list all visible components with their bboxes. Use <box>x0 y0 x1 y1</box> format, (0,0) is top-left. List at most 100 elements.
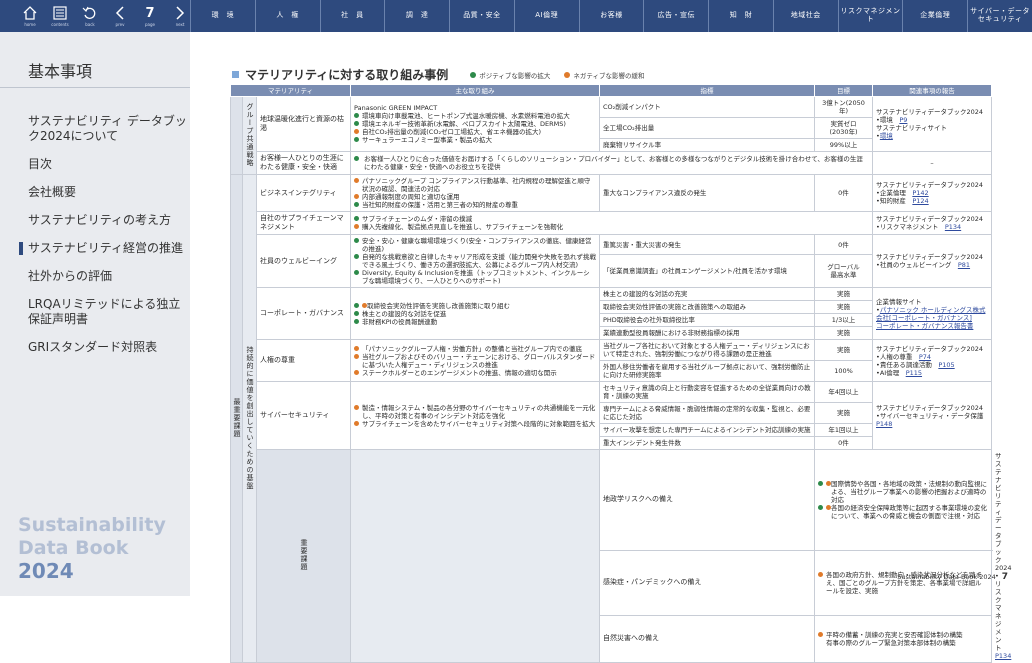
indicator-cell: 重大なコンプライアンス違反の発生 <box>599 174 815 212</box>
group-strategy-label: グループ共通戦略 <box>242 96 257 175</box>
report-link[interactable]: P115 <box>906 369 922 377</box>
indicator-cell: 全工場CO₂排出量 <box>599 117 815 139</box>
divider <box>0 87 190 88</box>
green-dot-icon <box>354 202 359 207</box>
report-link[interactable]: P81 <box>958 261 970 269</box>
green-dot-icon <box>354 156 359 161</box>
category-tabs: 環 境人 権社 員調 達品質・安全 AI倫理 お客様 広告・宣伝知 財地域社会 リスクマ… <box>190 0 1032 32</box>
materiality-cell: 社員のウェルビーイング <box>256 234 351 288</box>
sidebar-item[interactable]: 社外からの評価 <box>28 269 188 284</box>
group-top-priority <box>230 96 243 175</box>
report-link[interactable]: P105 <box>938 361 954 369</box>
action-item: ステークホルダーとのエンゲージメントの推進、情報の適切な開示 <box>354 369 596 377</box>
back-icon <box>82 6 96 19</box>
target-cell: 0件 <box>814 436 873 450</box>
action-item: サーキュラーエコノミー型事業・製品の拡大 <box>354 136 596 144</box>
green-dot-icon <box>354 216 359 221</box>
contents-button[interactable]: contents <box>50 5 70 27</box>
materiality-cell: 地球温暖化進行と資源の枯渇 <box>256 96 351 152</box>
orange-dot-icon <box>818 631 823 637</box>
sidebar-item[interactable]: GRIスタンダード対照表 <box>28 340 188 355</box>
indicator-cell: CO₂削減インパクト <box>599 96 815 118</box>
indicator-cell: 株主との建設的な対話の充実 <box>599 287 815 301</box>
sidebar-item[interactable]: サステナビリティ データブック2024について <box>28 114 188 144</box>
target-cell: 100% <box>814 360 873 382</box>
sidebar-item[interactable]: LRQAリミテッドによる独立保証声明書 <box>28 297 188 327</box>
category-tab[interactable]: 社 員 <box>319 0 385 32</box>
sidebar-item[interactable]: サステナビリティの考え方 <box>28 213 188 228</box>
orange-dot-icon <box>354 353 359 359</box>
report-link[interactable]: P148 <box>876 420 892 428</box>
reports-cell: サステナビリティデータブック2024 •環境 P9 サステナビリティサイト •環… <box>872 96 992 152</box>
table-row: グループ共通戦略 地球温暖化進行と資源の枯渇 Panasonic GREEN I… <box>230 96 992 175</box>
report-link[interactable]: コーポレート・ガバナンス報告書 <box>876 322 973 330</box>
page-footer: Sustainability Data Book 2024 7 <box>897 572 1008 582</box>
category-tab[interactable]: 人 権 <box>254 0 320 32</box>
category-tab[interactable]: サイバー・データ セキュリティ <box>967 0 1032 32</box>
materiality-table: マテリアリティ 主な取り組み 指標 目標 関連事項の報告 グループ共通戦略 地球… <box>230 84 1012 663</box>
header-indicator: 指標 <box>599 84 815 97</box>
action-item: サプライチェーンを含めたサイバーセキュリティ対策へ段階的に対象範囲を拡大 <box>354 420 596 428</box>
actions-cell: 製造・情報システム・製品の各分野のサイバーセキュリティの共通機能を一元化し、平時… <box>350 381 600 450</box>
report-link[interactable]: P74 <box>919 353 931 361</box>
materiality-cell: 自然災害への備え <box>599 614 815 663</box>
action-item: 「パナソニックグループ人権・労働方針」の整備と当社グループ内での徹底 <box>354 345 596 353</box>
reports-cell: サステナビリティデータブック2024 •リスクマネジメント P134 <box>872 211 992 235</box>
action-item: 購入先複線化、製造拠点見直しを推進し、サプライチェーンを強靭化 <box>354 223 869 231</box>
category-tab[interactable]: 品質・安全 <box>449 0 514 32</box>
orange-dot-icon <box>354 178 359 183</box>
target-cell: 99%以上 <box>814 138 873 152</box>
materiality-cell: コーポレート・ガバナンス <box>256 287 351 340</box>
contents-icon <box>53 6 67 20</box>
target-cell: 1/3以上 <box>814 313 873 327</box>
report-link[interactable]: P124 <box>912 197 928 205</box>
report-link[interactable]: P134 <box>995 652 1011 660</box>
target-cell: 年1回以上 <box>814 423 873 437</box>
green-dot-icon <box>470 71 477 78</box>
actions-cell: 国際情勢や各国・各地域の政策・法規制の動向監視による、当社グループ事業への影響の… <box>814 449 992 551</box>
indicator-cell: 業績連動型役員報酬における非財務指標の採用 <box>599 326 815 340</box>
category-tab[interactable]: 調 達 <box>384 0 449 32</box>
green-dot-icon <box>354 113 359 118</box>
back-button[interactable]: back <box>80 5 100 27</box>
next-button[interactable]: next <box>170 5 190 27</box>
action-item: 自社CO₂排出量の削減(CO₂ゼロ工場拡大、省エネ機器の拡大) <box>354 128 596 136</box>
home-icon <box>23 6 37 20</box>
report-link[interactable]: パナソニック ホールディングス株式会社[コーポレート・ガバナンス] <box>876 306 985 322</box>
group-top-priority: 最重要課題 <box>230 174 243 663</box>
section-heading: マテリアリティに対する取り組み事例 ポジティブな影響の拡大 ネガティブな影響の緩… <box>232 66 659 83</box>
heading-marker <box>232 71 239 78</box>
orange-dot-icon <box>354 420 359 426</box>
indicator-cell: PHD取締役会の社外取締役比率 <box>599 313 815 327</box>
materiality-cell: サイバーセキュリティ <box>256 381 351 450</box>
category-tab[interactable]: 環 境 <box>190 0 255 32</box>
action-item: 当社グループおよびそのバリュー・チェーンにおける、グローバルスタンダードに基づい… <box>354 353 596 369</box>
green-dot-icon <box>354 254 359 259</box>
page-title: マテリアリティに対する取り組み事例 <box>245 68 449 82</box>
report-link[interactable]: P142 <box>912 189 928 197</box>
report-link[interactable]: P134 <box>945 223 961 231</box>
orange-dot-icon <box>354 404 359 410</box>
materiality-cell: 自社のサプライチェーンマネジメント <box>256 211 351 235</box>
action-item: 有事の際のグループ緊急対策本部体制の構築 <box>826 638 956 647</box>
report-link[interactable]: 環境 <box>880 132 893 140</box>
action-item: 安全・安心・健康な職場環境づくり(安全・コンプライアンスの徹底、健康経営の推進) <box>354 237 596 253</box>
sidebar-item[interactable]: サステナビリティ経営の推進 <box>19 241 188 256</box>
group-foundation-label: 持続的に価値を創出していくための基盤 <box>242 174 257 663</box>
category-tab[interactable]: AI倫理 <box>513 0 579 32</box>
prev-button[interactable]: prev <box>110 5 130 27</box>
category-tab[interactable]: お客様 <box>578 0 644 32</box>
category-tab[interactable]: 知 財 <box>708 0 773 32</box>
sidebar-item[interactable]: 会社概要 <box>28 185 188 200</box>
category-tab[interactable]: 企業倫理 <box>902 0 967 32</box>
green-dot-icon <box>818 504 823 510</box>
category-tab[interactable]: リスクマネジメント <box>837 0 903 32</box>
home-button[interactable]: home <box>20 5 40 27</box>
category-tab[interactable]: 広告・宣伝 <box>643 0 708 32</box>
sidebar-item[interactable]: 目次 <box>28 157 188 172</box>
category-tab[interactable]: 地域社会 <box>772 0 838 32</box>
indicator-cell: 外国人移住労働者を雇用する当社グループ拠点において、強制労働防止に向けた研修実施… <box>599 360 815 382</box>
indicator-cell: 「従業員意識調査」の社員エンゲージメント/社員を活かす環境 <box>599 254 815 288</box>
report-link[interactable]: P9 <box>899 116 907 124</box>
target-cell: 実施 <box>814 287 873 301</box>
